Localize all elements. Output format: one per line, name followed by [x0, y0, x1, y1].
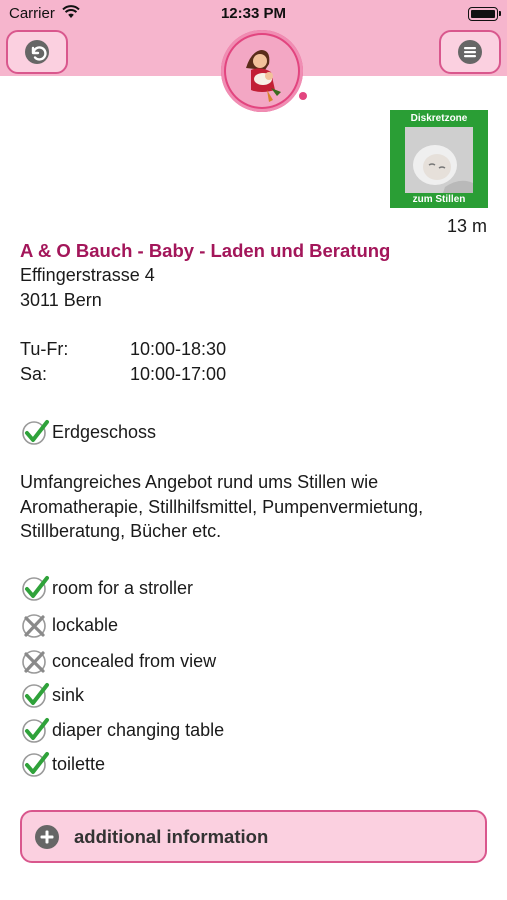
hours-day: Sa: [20, 364, 48, 384]
hours-day: Tu-Fr: [20, 339, 69, 359]
feature-label: sink [52, 684, 85, 705]
feature-item: diaper changing table [20, 715, 224, 745]
sleeping-baby-image [405, 127, 473, 193]
check-icon [20, 749, 50, 779]
back-button[interactable] [6, 30, 68, 74]
check-icon [20, 417, 50, 447]
nursing-zone-badge: Diskretzone zum Stillen [390, 110, 488, 208]
badge-top-text: Diskretzone [410, 113, 468, 124]
check-icon [20, 715, 50, 745]
feature-label: diaper changing table [52, 719, 225, 740]
hours-time: 10:00-18:30 [130, 339, 227, 359]
plus-circle-icon [34, 824, 60, 850]
feature-label: lockable [52, 614, 119, 635]
hours-row: Sa: 10:00-17:00 [20, 364, 226, 385]
feature-item: lockable [20, 610, 118, 640]
description-text: Umfangreiches Angebot rund ums Stillen w… [20, 472, 424, 541]
floor-label: Erdgeschoss [52, 421, 157, 442]
feature-item: room for a stroller [20, 573, 193, 603]
feature-item: concealed from view [20, 646, 216, 676]
hours-row: Tu-Fr: 10:00-18:30 [20, 339, 226, 360]
distance-label: 13 m [446, 216, 487, 236]
place-name: A & O Bauch - Baby - Laden und Beratung [20, 240, 391, 261]
check-icon [20, 680, 50, 710]
logo-dot [299, 92, 307, 100]
back-arrow-icon [25, 40, 49, 64]
floor-item: Erdgeschoss [20, 417, 156, 447]
additional-information-button[interactable]: additional information [20, 810, 487, 863]
cross-icon [20, 610, 50, 640]
battery-icon [468, 7, 501, 21]
menu-icon [458, 40, 482, 64]
status-bar: Carrier 12:33 PM [0, 0, 507, 28]
badge-bottom-text: zum Stillen [412, 194, 466, 205]
feature-item: toilette [20, 749, 105, 779]
feature-label: concealed from view [52, 650, 217, 671]
feature-item: sink [20, 680, 84, 710]
feature-label: toilette [52, 753, 106, 774]
feature-label: room for a stroller [52, 577, 194, 598]
cross-icon [20, 646, 50, 676]
additional-information-label: additional information [74, 825, 269, 847]
city-address: 3011 Bern [20, 290, 102, 310]
nursing-mother-logo [221, 30, 303, 112]
hours-time: 10:00-17:00 [130, 364, 227, 384]
clock: 12:33 PM [220, 5, 287, 22]
check-icon [20, 573, 50, 603]
menu-button[interactable] [439, 30, 501, 74]
street-address: Effingerstrasse 4 [20, 265, 155, 285]
